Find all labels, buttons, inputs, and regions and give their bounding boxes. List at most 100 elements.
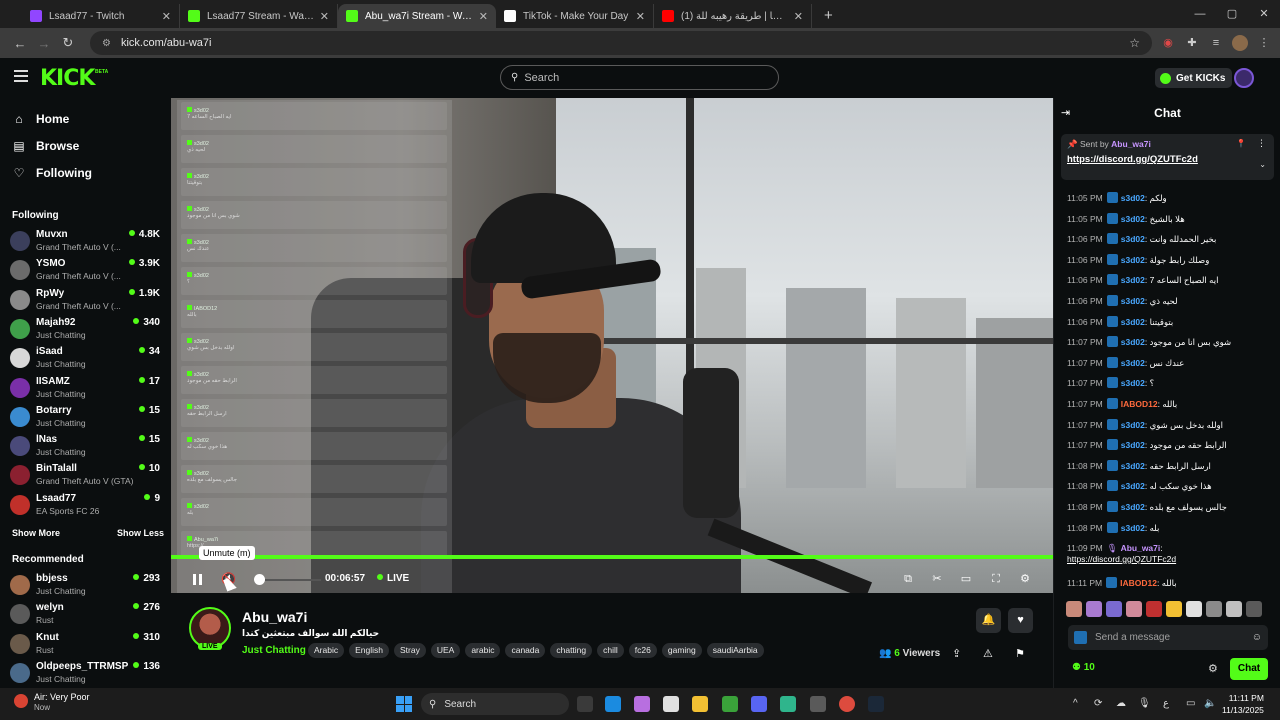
follow-heart-button[interactable]: ♥: [1008, 608, 1033, 633]
browser-tab[interactable]: TikTok - Make Your Day ✕: [496, 4, 654, 28]
site-info-icon[interactable]: ⚙: [102, 38, 111, 49]
chevron-down-icon[interactable]: ⌄: [1259, 160, 1266, 169]
tab-close-icon[interactable]: ✕: [794, 10, 803, 23]
stream-tag[interactable]: canada: [505, 643, 546, 658]
task-view-icon[interactable]: [577, 696, 593, 712]
browser-tab[interactable]: Lsaad77 - Twitch ✕: [22, 4, 180, 28]
browser-tab[interactable]: (1) استوكورسا | طريقة رهيبه للة ✕: [654, 4, 812, 28]
chat-username[interactable]: s3d02: [1121, 214, 1145, 224]
bookmark-star-icon[interactable]: ☆: [1129, 36, 1140, 50]
browser-tab[interactable]: Abu_wa7i Stream - Watch Live o ✕: [338, 4, 496, 28]
chat-username[interactable]: s3d02: [1121, 255, 1145, 265]
stream-category[interactable]: Just Chatting: [242, 645, 306, 656]
volume-slider-knob[interactable]: [254, 574, 265, 585]
settings-gear-icon[interactable]: ⚙: [1018, 572, 1032, 586]
emote-icon[interactable]: [1246, 601, 1262, 617]
stream-tag[interactable]: Stray: [393, 643, 426, 658]
chat-username[interactable]: s3d02: [1121, 234, 1145, 244]
tab-close-icon[interactable]: ✕: [320, 10, 329, 23]
store-icon[interactable]: [663, 696, 679, 712]
extensions-puzzle-icon[interactable]: ✚: [1184, 35, 1200, 51]
pip-icon[interactable]: ⧉: [901, 572, 915, 586]
chat-username[interactable]: s3d02: [1121, 420, 1145, 430]
streamer-name[interactable]: Abu_wa7i: [242, 609, 307, 625]
emote-icon[interactable]: [1086, 601, 1102, 617]
stream-tag[interactable]: fc26: [628, 643, 657, 658]
edge-icon[interactable]: [605, 696, 621, 712]
chat-username[interactable]: s3d02: [1121, 440, 1145, 450]
channel-item[interactable]: IISAMZ Just Chatting 17: [10, 375, 160, 403]
clip-icon[interactable]: ✂: [930, 572, 944, 586]
pause-button[interactable]: [193, 572, 205, 586]
chat-username[interactable]: Abu_wa7i: [1121, 543, 1161, 553]
menu-hamburger-icon[interactable]: [14, 70, 28, 82]
kicks-balance[interactable]: ⚉ 10: [1072, 662, 1095, 673]
forward-icon[interactable]: →: [32, 36, 56, 51]
stream-tag[interactable]: gaming: [661, 643, 702, 658]
channel-item[interactable]: Oldpeeps_TTRMSP Just Chatting 136: [10, 660, 160, 688]
maximize-button[interactable]: ▢: [1216, 0, 1248, 28]
app-icon[interactable]: [780, 696, 796, 712]
emote-icon[interactable]: [1186, 601, 1202, 617]
close-window-button[interactable]: ✕: [1248, 0, 1280, 28]
get-kicks-button[interactable]: Get KICKs: [1155, 68, 1233, 88]
send-chat-button[interactable]: Chat: [1230, 658, 1268, 680]
tray-cloud-icon[interactable]: ☁: [1116, 698, 1126, 709]
show-less-button[interactable]: Show Less: [117, 528, 164, 538]
tray-chevron-icon[interactable]: ^: [1073, 698, 1078, 709]
nav-browse[interactable]: ▤ Browse: [12, 136, 79, 156]
stream-tag[interactable]: chill: [597, 643, 624, 658]
tray-volume-icon[interactable]: 🔈: [1204, 698, 1216, 709]
chat-username[interactable]: s3d02: [1121, 481, 1145, 491]
stream-tag[interactable]: English: [349, 643, 389, 658]
chat-username[interactable]: s3d02: [1121, 523, 1145, 533]
emote-icon[interactable]: [1106, 601, 1122, 617]
emoji-picker-icon[interactable]: ☺: [1252, 632, 1262, 643]
channel-item[interactable]: Botarry Just Chatting 15: [10, 404, 160, 432]
reload-icon[interactable]: ↻: [56, 35, 80, 51]
stream-tag[interactable]: arabic: [465, 643, 501, 658]
video-player[interactable]: s3d02 ايه الصباح الساعه 7 s3d02 لحيه ذي s3d0…: [171, 98, 1053, 593]
channel-item[interactable]: Majah92 Just Chatting 340: [10, 316, 160, 344]
channel-item[interactable]: Lsaad77 EA Sports FC 26 9: [10, 492, 160, 520]
tab-close-icon[interactable]: ✕: [636, 10, 645, 23]
stream-tag[interactable]: UEA: [430, 643, 461, 658]
menu-dots-icon[interactable]: ⋮: [1256, 35, 1272, 51]
chat-message-input[interactable]: Send a message ☺: [1068, 625, 1268, 650]
tray-language-icon[interactable]: ع: [1163, 698, 1169, 709]
channel-item[interactable]: lNas Just Chatting 15: [10, 433, 160, 461]
windows-start-button[interactable]: [396, 696, 412, 712]
chat-username[interactable]: IABOD12: [1121, 399, 1158, 409]
theater-mode-icon[interactable]: ▭: [959, 572, 973, 586]
chat-link[interactable]: https://discord.gg/QZUTFc2d: [1067, 554, 1176, 564]
emote-icon[interactable]: [1206, 601, 1222, 617]
url-input[interactable]: ⚙ kick.com/abu-wa7i ☆: [90, 31, 1152, 55]
chat-username[interactable]: s3d02: [1121, 193, 1145, 203]
app-icon-2[interactable]: [810, 696, 826, 712]
pinned-more-icon[interactable]: ⋮: [1257, 138, 1266, 149]
nav-home[interactable]: ⌂ Home: [12, 109, 69, 129]
unpin-icon[interactable]: 📍: [1236, 139, 1246, 148]
kick-logo[interactable]: KICK: [40, 66, 95, 91]
nav-following[interactable]: ♡ Following: [12, 163, 92, 183]
tab-close-icon[interactable]: ✕: [162, 10, 171, 23]
profile-avatar[interactable]: [1232, 35, 1248, 51]
user-avatar[interactable]: [1234, 68, 1254, 88]
stream-tag[interactable]: saudiAarbia: [706, 643, 764, 658]
emote-icon[interactable]: [1146, 601, 1162, 617]
fullscreen-icon[interactable]: ⛶: [989, 572, 1003, 586]
weather-widget[interactable]: Air: Very Poor Now: [14, 692, 90, 712]
tray-sync-icon[interactable]: ⟳: [1094, 698, 1102, 709]
browser-tab[interactable]: Lsaad77 Stream - Watch Live on ✕: [180, 4, 338, 28]
copilot-icon[interactable]: [634, 696, 650, 712]
emote-icon[interactable]: [1166, 601, 1182, 617]
discord-icon[interactable]: [751, 696, 767, 712]
reading-list-icon[interactable]: ≡: [1208, 35, 1224, 51]
stream-tag[interactable]: chatting: [550, 643, 593, 658]
notification-bell-button[interactable]: 🔔: [976, 608, 1001, 633]
show-more-button[interactable]: Show More: [12, 528, 60, 538]
chat-username[interactable]: s3d02: [1121, 296, 1145, 306]
channel-item[interactable]: Muvxn Grand Theft Auto V (... 4.8K: [10, 228, 160, 256]
report-icon[interactable]: ⚠: [983, 647, 993, 660]
emote-icon[interactable]: [1126, 601, 1142, 617]
